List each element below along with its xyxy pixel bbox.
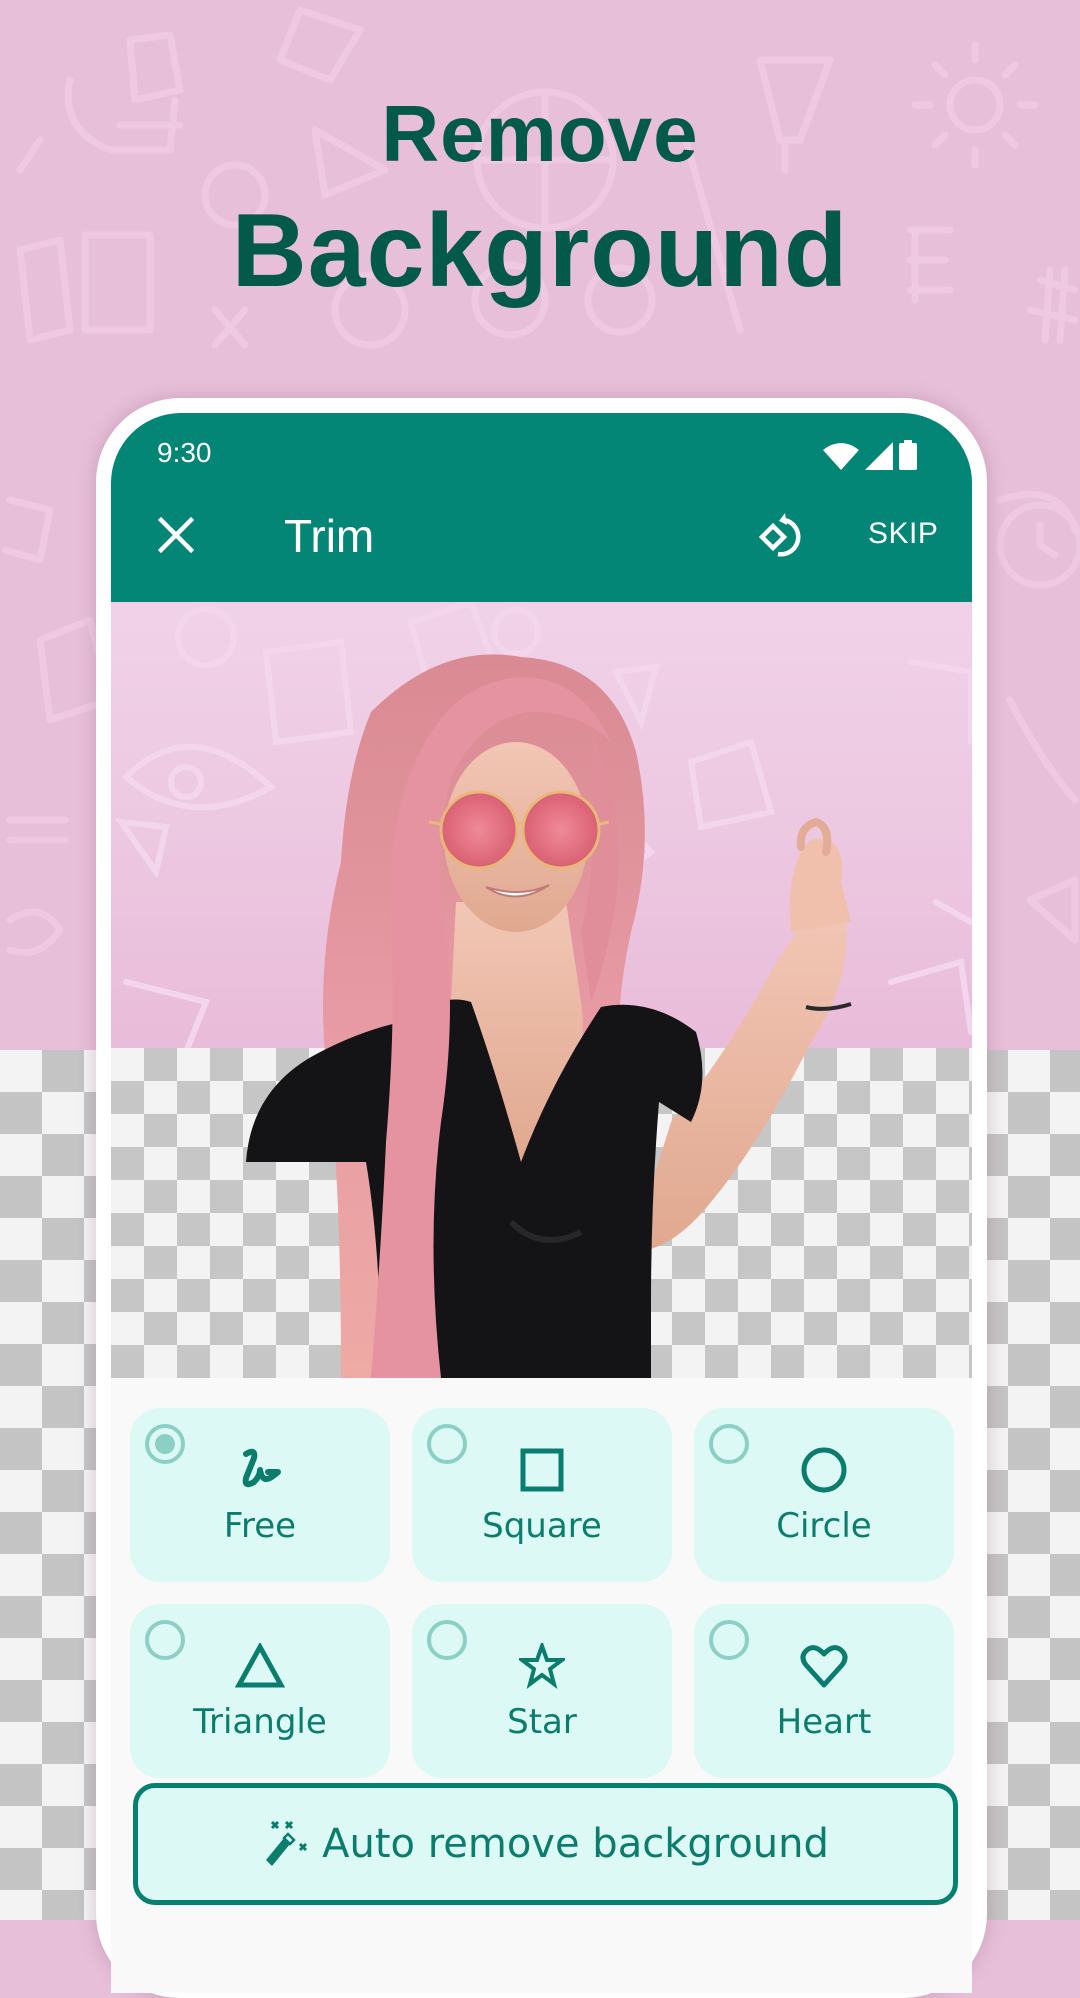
star-icon: [512, 1638, 572, 1694]
radio-button[interactable]: [709, 1620, 749, 1660]
headline-line1: Remove: [381, 89, 699, 178]
phone-frame: 9:30 Trim SKIP Free Square Circle Triang…: [96, 398, 987, 1998]
magic-wand-icon: [266, 1820, 308, 1866]
shape-option-star[interactable]: Star: [412, 1604, 672, 1778]
radio-button[interactable]: [709, 1424, 749, 1464]
photo-canvas[interactable]: [111, 602, 972, 1378]
rotate-reset-icon: [758, 513, 801, 557]
shape-option-square[interactable]: Square: [412, 1408, 672, 1582]
status-time: 9:30: [157, 437, 212, 468]
headline-line2: Background: [231, 193, 849, 309]
heart-icon: [794, 1638, 854, 1694]
status-icons: [823, 440, 917, 470]
radio-button[interactable]: [427, 1424, 467, 1464]
radio-button-selected[interactable]: [145, 1424, 185, 1464]
shape-label: Triangle: [193, 1702, 327, 1742]
skip-button[interactable]: SKIP: [868, 517, 938, 551]
auto-remove-label: Auto remove background: [322, 1821, 829, 1867]
shape-selector-panel: Free Square Circle Triangle Star Heart A…: [111, 1378, 972, 1993]
shape-label: Free: [223, 1506, 297, 1546]
wifi-icon: [823, 443, 859, 470]
shape-label: Heart: [776, 1702, 872, 1742]
shape-label: Circle: [776, 1506, 872, 1546]
reset-button[interactable]: [751, 507, 811, 567]
close-button[interactable]: [151, 510, 201, 560]
freehand-icon: [230, 1442, 290, 1498]
radio-button[interactable]: [145, 1620, 185, 1660]
shape-label: Star: [507, 1702, 577, 1742]
radio-button[interactable]: [427, 1620, 467, 1660]
phone-screen: 9:30 Trim SKIP Free Square Circle Triang…: [111, 413, 972, 1993]
app-bar: 9:30 Trim SKIP: [111, 413, 972, 602]
close-icon: [158, 517, 194, 553]
shape-option-free[interactable]: Free: [130, 1408, 390, 1582]
screen-title: Trim: [284, 510, 375, 562]
shape-option-circle[interactable]: Circle: [694, 1408, 954, 1582]
subject-photo: [246, 654, 852, 1378]
triangle-icon: [230, 1638, 290, 1694]
circle-icon: [794, 1442, 854, 1498]
auto-remove-background-button[interactable]: Auto remove background: [133, 1783, 958, 1905]
signal-icon: [865, 442, 893, 470]
shape-option-triangle[interactable]: Triangle: [130, 1604, 390, 1778]
shape-label: Square: [482, 1506, 602, 1546]
square-icon: [512, 1442, 572, 1498]
shape-option-heart[interactable]: Heart: [694, 1604, 954, 1778]
battery-icon: [899, 440, 917, 470]
